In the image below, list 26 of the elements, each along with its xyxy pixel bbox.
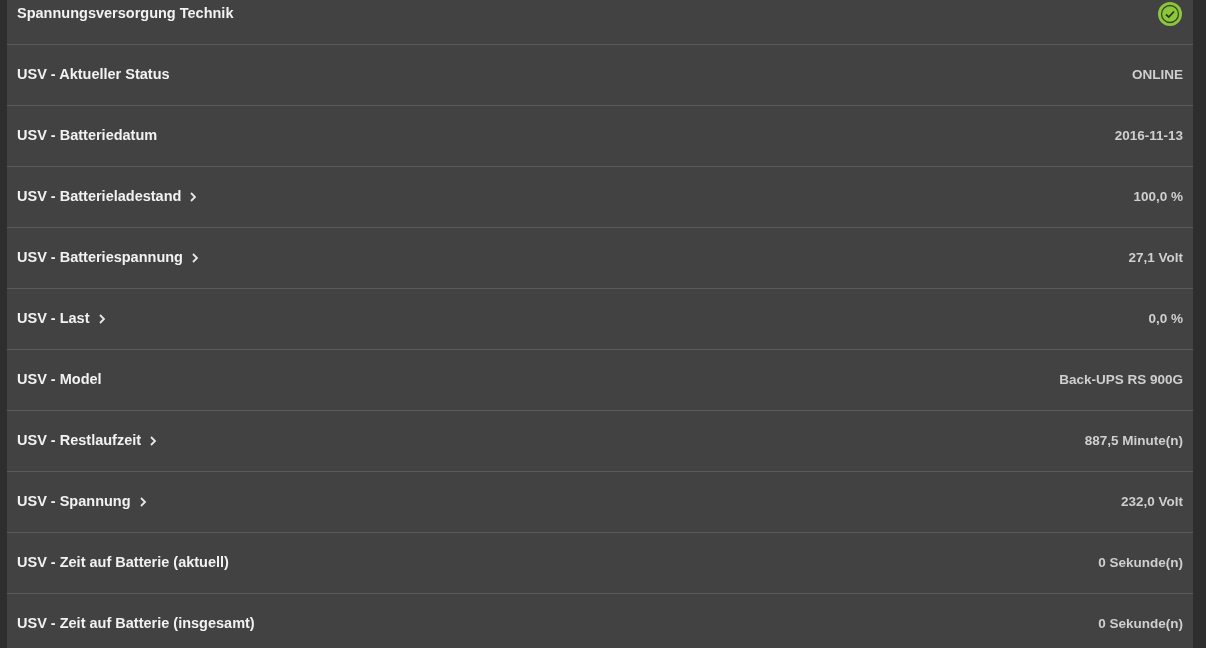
row-label: USV - Restlaufzeit xyxy=(17,431,142,451)
row-value: 0,0 % xyxy=(1148,309,1183,328)
row-label: USV - Zeit auf Batterie (insgesamt) xyxy=(17,614,255,634)
row-value: 2016-11-13 xyxy=(1114,126,1183,145)
row-value: ONLINE xyxy=(1132,65,1183,84)
row-label: USV - Last xyxy=(17,309,90,329)
row-label: USV - Spannung xyxy=(17,492,131,512)
row-label: USV - Batteriedatum xyxy=(17,126,158,146)
row-label: Spannungsversorgung Technik xyxy=(17,4,234,24)
row-value: 100,0 % xyxy=(1133,187,1183,206)
row-value: 232,0 Volt xyxy=(1120,492,1183,511)
row-label: USV - Batteriespannung xyxy=(17,248,183,268)
row-label: USV - Model xyxy=(17,370,102,390)
row-value: 0 Sekunde(n) xyxy=(1098,553,1183,572)
row-label: USV - Batterieladestand xyxy=(17,187,182,207)
row-value: 887,5 Minute(n) xyxy=(1084,431,1183,450)
row-value: Back-UPS RS 900G xyxy=(1059,370,1183,389)
row-value: 27,1 Volt xyxy=(1128,248,1183,267)
list-row[interactable]: USV - Spannung 232,0 Volt xyxy=(7,472,1193,533)
row-value: 0 Sekunde(n) xyxy=(1098,614,1183,633)
row-label: USV - Zeit auf Batterie (aktuell) xyxy=(17,553,229,573)
row-label: USV - Aktueller Status xyxy=(17,65,170,85)
list-row[interactable]: USV - Restlaufzeit 887,5 Minute(n) xyxy=(7,411,1193,472)
list-row[interactable]: USV - Last 0,0 % xyxy=(7,289,1193,350)
list-row[interactable]: USV - Batteriespannung 27,1 Volt xyxy=(7,228,1193,289)
list-row[interactable]: USV - Batterieladestand 100,0 % xyxy=(7,167,1193,228)
